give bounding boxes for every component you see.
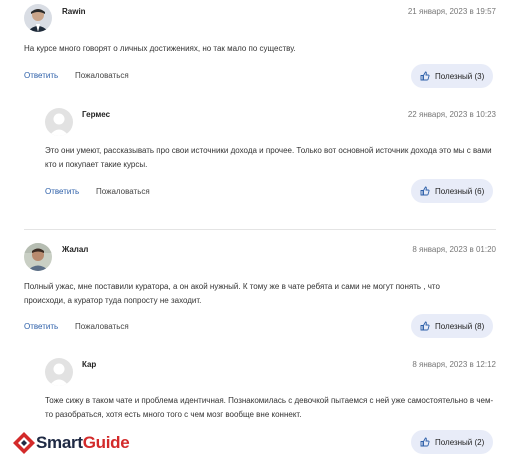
helpful-button[interactable]: Полезный (2) (411, 430, 494, 454)
avatar[interactable] (45, 358, 73, 386)
helpful-label: Полезный (3) (435, 71, 485, 81)
reply-button[interactable]: Ответить (45, 187, 79, 196)
thumbs-up-icon (420, 71, 430, 81)
author-name: Rawin (62, 7, 86, 16)
comment-text: Это они умеют, рассказывать про свои ист… (45, 146, 492, 169)
helpful-button[interactable]: Полезный (3) (411, 64, 494, 88)
comment-text: Тоже сижу в таком чате и проблема иденти… (45, 396, 494, 419)
smartguide-logo: SmartGuide (12, 428, 130, 458)
comment-date: 8 января, 2023 в 01:20 (412, 245, 496, 254)
avatar[interactable] (45, 108, 73, 136)
logo-smart: Smart (36, 433, 83, 452)
reply-button[interactable]: Ответить (24, 322, 58, 331)
comment-divider (24, 229, 496, 230)
report-button[interactable]: Пожаловаться (75, 322, 129, 331)
helpful-button[interactable]: Полезный (8) (411, 314, 494, 338)
comment-date: 21 января, 2023 в 19:57 (407, 7, 496, 16)
helpful-label: Полезный (6) (435, 186, 485, 196)
reply-button[interactable]: Ответить (24, 71, 58, 80)
avatar[interactable] (24, 4, 52, 32)
author-name: Гермес (82, 110, 111, 119)
comment-text: На курсе много говорят о личных достижен… (24, 44, 296, 53)
avatar[interactable] (24, 243, 52, 271)
comment-text: Полный ужас, мне поставили куратора, а о… (24, 282, 440, 305)
thumbs-up-icon (420, 437, 430, 447)
author-name: Кар (82, 360, 97, 369)
helpful-button[interactable]: Полезный (6) (411, 179, 494, 203)
helpful-label: Полезный (8) (435, 321, 485, 331)
thumbs-up-icon (420, 321, 430, 331)
logo-guide: Guide (82, 433, 130, 452)
helpful-label: Полезный (2) (435, 437, 485, 447)
logo-icon (13, 432, 35, 454)
author-name: Жалал (62, 245, 89, 254)
thumbs-up-icon (420, 186, 430, 196)
report-button[interactable]: Пожаловаться (96, 187, 150, 196)
comment-date: 22 января, 2023 в 10:23 (407, 110, 496, 119)
comment-date: 8 января, 2023 в 12:12 (412, 360, 496, 369)
report-button[interactable]: Пожаловаться (75, 71, 129, 80)
